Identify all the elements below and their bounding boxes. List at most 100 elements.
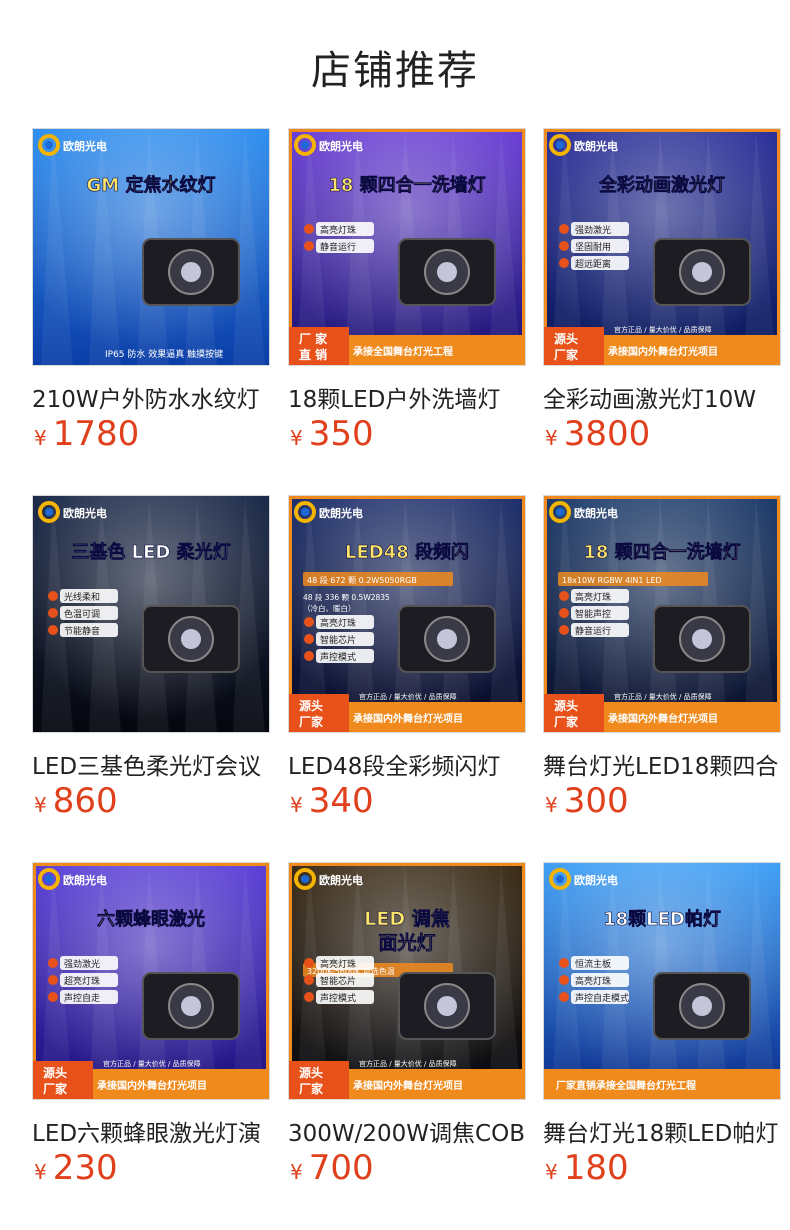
- check-icon: [48, 958, 58, 968]
- product-card[interactable]: 欧朗光电 18 颗四合一洗墙灯 高亮灯珠 静音运行厂 家直 销 承接全国舞台灯光工程 18…: [288, 128, 526, 468]
- banner-top-text: 官方正品 / 量大价优 / 品质保障: [614, 325, 712, 334]
- brand-logo-text: 欧朗光电: [63, 873, 107, 887]
- product-price: ¥1780: [34, 414, 139, 458]
- price-amount: 340: [308, 781, 374, 821]
- image-headline: LED48 段频闪: [345, 541, 469, 563]
- product-image-art: 欧朗光电 18 颗四合一洗墙灯高亮灯珠静音运行厂 家直 销 承接全国舞台灯光工程: [289, 129, 525, 365]
- check-icon: [48, 992, 58, 1002]
- product-price: ¥860: [34, 781, 118, 825]
- product-card[interactable]: 欧朗光电 LED48 段频闪 48 段 672 颗 0.2W5050RGB 48 段 …: [288, 495, 526, 835]
- product-price: ¥340: [290, 781, 374, 825]
- product-lens-glow: [692, 996, 712, 1016]
- image-feature: 超远距离: [575, 258, 611, 270]
- image-headline: 三基色 LED 柔光灯: [71, 541, 230, 563]
- product-price: ¥230: [34, 1148, 118, 1192]
- source-badge-text: 厂家: [554, 347, 579, 362]
- product-lens-glow: [692, 262, 712, 282]
- check-icon: [304, 617, 314, 627]
- product-image[interactable]: 欧朗光电 LED48 段频闪 48 段 672 颗 0.2W5050RGB 48 段 …: [288, 495, 526, 733]
- image-headline: 全彩动画激光灯: [598, 174, 725, 196]
- brand-logo-text: 欧朗光电: [574, 139, 618, 153]
- source-badge-text: 源头: [554, 698, 578, 713]
- image-headline: 面光灯: [378, 931, 435, 954]
- product-name[interactable]: 18颗LED户外洗墙灯: [288, 380, 524, 412]
- check-icon: [48, 608, 58, 618]
- check-icon: [304, 975, 314, 985]
- product-image[interactable]: 欧朗光电 18 颗四合一洗墙灯 高亮灯珠 静音运行厂 家直 销 承接全国舞台灯光工程: [288, 128, 526, 366]
- product-name[interactable]: 舞台灯光LED18颗四合一: [543, 747, 779, 779]
- banner-top-text: 官方正品 / 量大价优 / 品质保障: [359, 692, 457, 701]
- brand-logo-dot: [301, 141, 309, 149]
- product-lens-glow: [692, 629, 712, 649]
- image-feature: 坚固耐用: [575, 241, 611, 253]
- product-lens-glow: [437, 262, 457, 282]
- product-image[interactable]: 欧朗光电 LED 调焦 面光灯 3200K-5600K 可选色温 高亮灯珠 智能芯片 声控模…: [288, 862, 526, 1100]
- banner-text: 承接国内外舞台灯光项目: [97, 1079, 207, 1092]
- product-card[interactable]: 欧朗光电 全彩动画激光灯 强劲激光 坚固耐用 超远距离 源头 厂家 官方正品 / 量大价优 /…: [543, 128, 781, 468]
- check-icon: [559, 608, 569, 618]
- check-icon: [48, 975, 58, 985]
- check-icon: [559, 958, 569, 968]
- check-icon: [304, 958, 314, 968]
- check-icon: [304, 992, 314, 1002]
- check-icon: [48, 625, 58, 635]
- brand-logo-dot: [556, 508, 564, 516]
- product-name[interactable]: LED六颗蜂眼激光灯演: [32, 1114, 268, 1146]
- image-headline: 18颗LED帕灯: [603, 908, 721, 930]
- price-amount: 350: [308, 414, 374, 454]
- product-image-art: 欧朗光电 18 颗四合一洗墙灯 18x10W RGBW 4IN1 LED 高亮灯珠智能…: [544, 496, 780, 732]
- product-lens-glow: [181, 996, 201, 1016]
- source-badge-text: 直 销: [299, 347, 327, 362]
- price-amount: 700: [308, 1148, 374, 1188]
- check-icon: [559, 975, 569, 985]
- product-image[interactable]: 欧朗光电 18颗LED帕灯 恒流主板 高亮灯珠 声控自走模式 厂家直销承接全国舞台灯光工程: [543, 862, 781, 1100]
- product-name[interactable]: 全彩动画激光灯10W: [543, 380, 779, 412]
- product-card[interactable]: 欧朗光电 六颗蜂眼激光 强劲激光 超亮灯珠 声控自走 源头 厂家 官方正品 / 量大价优 / …: [32, 862, 270, 1202]
- brand-logo-text: 欧朗光电: [319, 506, 363, 520]
- brand-logo-dot: [45, 875, 53, 883]
- banner-text: 承接全国舞台灯光工程: [353, 345, 453, 358]
- product-image[interactable]: 欧朗光电 三基色 LED 柔光灯 光线柔和 色温可调 节能静音: [32, 495, 270, 733]
- currency-symbol: ¥: [545, 426, 558, 450]
- product-name[interactable]: 300W/200W调焦COB: [288, 1114, 524, 1146]
- product-name[interactable]: LED48段全彩频闪灯: [288, 747, 524, 779]
- check-icon: [304, 224, 314, 234]
- product-card[interactable]: 欧朗光电 GM 定焦水纹灯 IP65 防水 效果逼真 触摸按键 210W户外防水水纹灯…: [32, 128, 270, 468]
- currency-symbol: ¥: [290, 426, 303, 450]
- price-amount: 300: [563, 781, 629, 821]
- image-headline: GM 定焦水纹灯: [87, 174, 216, 196]
- brand-logo-dot: [301, 508, 309, 516]
- image-footer: IP65 防水 效果逼真 触摸按键: [105, 348, 223, 360]
- product-name[interactable]: 210W户外防水水纹灯: [32, 380, 268, 412]
- product-card[interactable]: 欧朗光电 18 颗四合一洗墙灯 18x10W RGBW 4IN1 LED 高亮灯珠 智能…: [543, 495, 781, 835]
- source-badge-text: 源头: [299, 698, 323, 713]
- image-headline: 六颗蜂眼激光: [97, 908, 205, 930]
- product-price: ¥350: [290, 414, 374, 458]
- product-grid: 欧朗光电 GM 定焦水纹灯 IP65 防水 效果逼真 触摸按键 210W户外防水水纹灯…: [0, 0, 790, 1230]
- source-badge-text: 源头: [299, 1065, 323, 1080]
- currency-symbol: ¥: [545, 793, 558, 817]
- currency-symbol: ¥: [34, 426, 47, 450]
- source-badge-text: 厂家: [43, 1081, 68, 1096]
- banner-top-text: 官方正品 / 量大价优 / 品质保障: [614, 692, 712, 701]
- product-image-art: 欧朗光电 18颗LED帕灯恒流主板高亮灯珠声控自走模式厂家直销承接全国舞台灯光工程: [544, 863, 780, 1099]
- product-image[interactable]: 欧朗光电 全彩动画激光灯 强劲激光 坚固耐用 超远距离 源头 厂家 官方正品 / 量大价优 /…: [543, 128, 781, 366]
- check-icon: [559, 224, 569, 234]
- check-icon: [304, 651, 314, 661]
- source-badge-text: 厂家: [299, 714, 324, 729]
- product-image[interactable]: 欧朗光电 六颗蜂眼激光 强劲激光 超亮灯珠 声控自走 源头 厂家 官方正品 / 量大价优 / …: [32, 862, 270, 1100]
- price-amount: 1780: [52, 414, 140, 454]
- product-card[interactable]: 欧朗光电 三基色 LED 柔光灯 光线柔和 色温可调 节能静音 LED三基色柔光灯会议 ¥8…: [32, 495, 270, 835]
- brand-logo-dot: [45, 508, 53, 516]
- source-badge-text: 厂家: [299, 1081, 324, 1096]
- product-name[interactable]: LED三基色柔光灯会议: [32, 747, 268, 779]
- product-card[interactable]: 欧朗光电 LED 调焦 面光灯 3200K-5600K 可选色温 高亮灯珠 智能芯片 声控模…: [288, 862, 526, 1202]
- product-image-art: 欧朗光电 GM 定焦水纹灯 IP65 防水 效果逼真 触摸按键: [33, 129, 269, 365]
- product-image[interactable]: 欧朗光电 GM 定焦水纹灯 IP65 防水 效果逼真 触摸按键: [32, 128, 270, 366]
- currency-symbol: ¥: [545, 1160, 558, 1184]
- product-card[interactable]: 欧朗光电 18颗LED帕灯 恒流主板 高亮灯珠 声控自走模式 厂家直销承接全国舞台灯光工程…: [543, 862, 781, 1202]
- product-image[interactable]: 欧朗光电 18 颗四合一洗墙灯 18x10W RGBW 4IN1 LED 高亮灯珠 智能…: [543, 495, 781, 733]
- image-feature: 静音运行: [575, 625, 611, 637]
- check-icon: [559, 992, 569, 1002]
- product-name[interactable]: 舞台灯光18颗LED帕灯: [543, 1114, 779, 1146]
